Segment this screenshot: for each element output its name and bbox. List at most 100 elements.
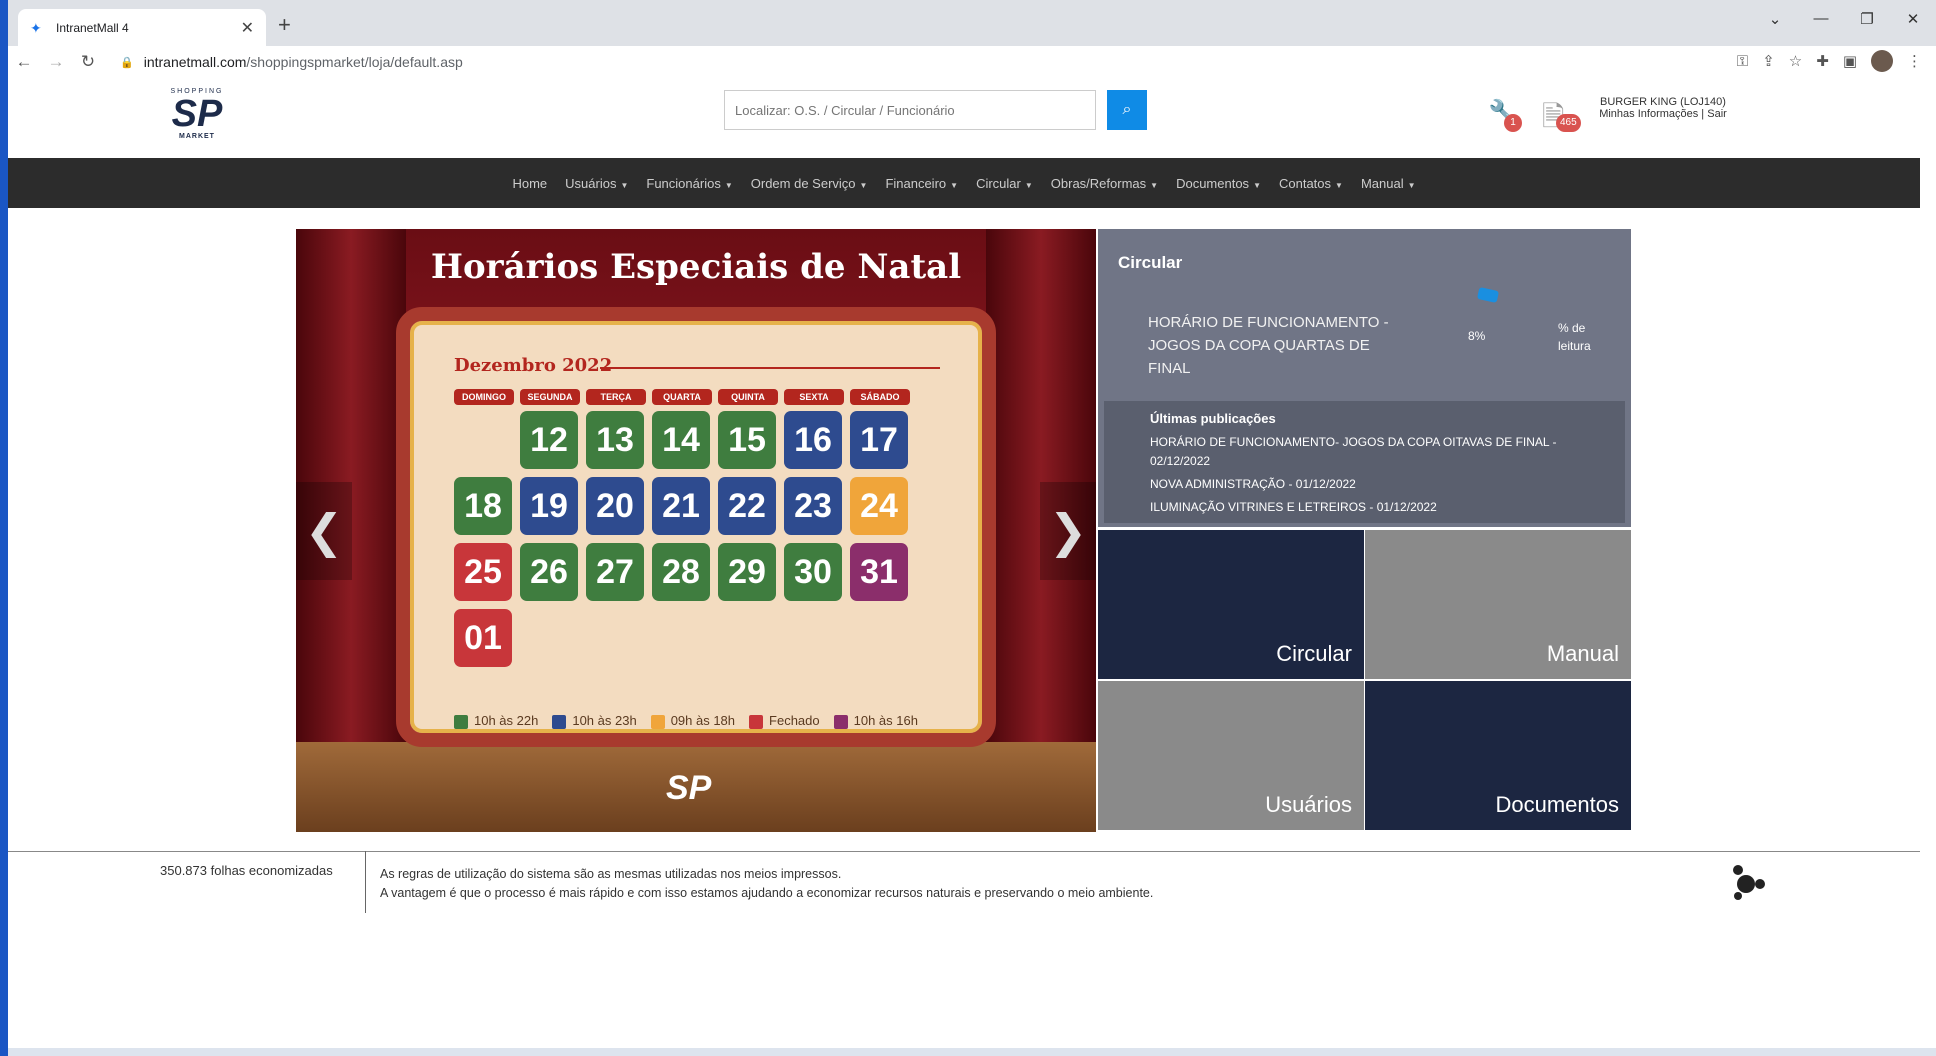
calendar-day: 25	[454, 543, 512, 601]
window-controls: ⌄ — ❐ ✕	[1752, 10, 1936, 28]
address-bar[interactable]: 🔒 intranetmall.com/shoppingspmarket/loja…	[120, 48, 1700, 76]
close-tab-icon[interactable]: ✕	[241, 18, 254, 38]
calendar-day: 01	[454, 609, 512, 667]
banner-carousel[interactable]: Horários Especiais de Natal Dezembro 202…	[296, 229, 1096, 832]
footer-divider	[8, 851, 1920, 852]
reload-icon[interactable]: ↻	[72, 52, 104, 72]
extensions-icon[interactable]: ✚	[1816, 52, 1829, 70]
calendar-day: 26	[520, 543, 578, 601]
menu-kebab-icon[interactable]: ⋮	[1907, 52, 1922, 70]
circular-panel: Circular HORÁRIO DE FUNCIONAMENTO - JOGO…	[1098, 229, 1631, 527]
weekday-label: QUARTA	[652, 389, 712, 405]
menu-documentos[interactable]: Documentos ▼	[1167, 176, 1270, 191]
calendar-day: 28	[652, 543, 710, 601]
menu-label: Obras/Reformas	[1050, 175, 1147, 191]
menu-financeiro[interactable]: Financeiro ▼	[876, 176, 967, 191]
footer-text: As regras de utilização do sistema são a…	[380, 865, 1153, 903]
url-domain: intranetmall.com	[143, 54, 247, 70]
my-info-link[interactable]: Minhas Informações	[1599, 108, 1698, 120]
browser-chrome: ✦ IntranetMall 4 ✕ + ⌄ — ❐ ✕ ← → ↻ 🔒 int…	[0, 0, 1936, 78]
menu-circular[interactable]: Circular ▼	[967, 176, 1042, 191]
page: SHOPPING SP MARKET ⌕ 🔧 1 🗎 465 BURGER KI…	[8, 78, 1920, 1048]
share-icon[interactable]: ⇪	[1762, 52, 1775, 70]
favicon-icon: ✦	[30, 19, 42, 36]
banner-title: Horários Especiais de Natal	[430, 247, 962, 287]
tile-circular[interactable]: Circular	[1098, 530, 1364, 679]
legend-swatch	[749, 714, 764, 729]
caret-down-icon: ▼	[1024, 180, 1033, 190]
menu-home[interactable]: Home	[503, 176, 556, 191]
sidepanel-icon[interactable]: ▣	[1843, 52, 1857, 70]
legend-item: 10h às 16h	[833, 713, 918, 729]
calendar-day: 24	[850, 477, 908, 535]
restore-button[interactable]: ❐	[1844, 10, 1890, 28]
weekday-label: QUINTA	[718, 389, 778, 405]
menu-funcionarios[interactable]: Funcionários ▼	[637, 176, 741, 191]
lock-icon[interactable]: 🔒	[120, 56, 134, 69]
legend-swatch	[650, 714, 665, 729]
carousel-prev-button[interactable]: ❮	[296, 482, 352, 580]
star-icon[interactable]: ☆	[1789, 52, 1802, 70]
main-menu: Home Usuários ▼ Funcionários ▼ Ordem de Se…	[8, 158, 1920, 208]
tile-documentos[interactable]: Documentos	[1365, 681, 1631, 830]
menu-usuarios[interactable]: Usuários ▼	[556, 176, 637, 191]
latest-item-link[interactable]: ILUMINAÇÃO VITRINES E LETREIROS - 01/12/…	[1150, 498, 1590, 517]
calendar-day: 29	[718, 543, 776, 601]
legend-item: 09h às 18h	[650, 713, 736, 729]
browser-tab[interactable]: ✦ IntranetMall 4 ✕	[18, 9, 266, 46]
tab-title: IntranetMall 4	[56, 20, 129, 35]
calendar-day: 14	[652, 411, 710, 469]
banner-logo: SP	[666, 769, 712, 807]
tile-usuarios[interactable]: Usuários	[1098, 681, 1364, 830]
carousel-next-button[interactable]: ❯	[1040, 482, 1096, 580]
calendar-month: Dezembro 2022	[454, 355, 613, 376]
search-icon: ⌕	[1122, 101, 1132, 118]
menu-ordem-servico[interactable]: Ordem de Serviço ▼	[742, 176, 877, 191]
circular-heading: Circular	[1118, 253, 1183, 272]
minimize-button[interactable]: —	[1798, 10, 1844, 28]
latest-publications: Últimas publicações HORÁRIO DE FUNCIONAM…	[1104, 401, 1625, 523]
menu-label: Circular	[976, 175, 1021, 191]
search-button[interactable]: ⌕	[1107, 90, 1147, 130]
tab-search-icon[interactable]: ⌄	[1752, 10, 1798, 28]
calendar-day: 31	[850, 543, 908, 601]
calendar-board: Dezembro 2022 DOMINGO SEGUNDA TERÇA QUAR…	[396, 307, 996, 747]
close-window-button[interactable]: ✕	[1890, 10, 1936, 28]
latest-item-link[interactable]: NOVA ADMINISTRAÇÃO - 01/12/2022	[1150, 475, 1590, 494]
tile-label: Documentos	[1495, 792, 1619, 817]
calendar-day: 21	[652, 477, 710, 535]
back-icon[interactable]: ←	[8, 52, 40, 72]
calendar-day: 13	[586, 411, 644, 469]
forward-icon[interactable]: →	[40, 52, 72, 72]
legend-item: Fechado	[749, 713, 820, 729]
menu-contatos[interactable]: Contatos ▼	[1270, 176, 1352, 191]
legend-label: 09h às 18h	[670, 713, 736, 728]
caret-down-icon: ▼	[859, 180, 868, 190]
menu-manual[interactable]: Manual ▼	[1352, 176, 1425, 191]
calendar-day: 16	[784, 411, 842, 469]
logout-link[interactable]: Sair	[1707, 108, 1727, 120]
caret-down-icon: ▼	[1150, 180, 1159, 190]
weekday-label: SEXTA	[784, 389, 844, 405]
circular-title-link[interactable]: HORÁRIO DE FUNCIONAMENTO - JOGOS DA COPA…	[1148, 311, 1398, 380]
menu-label: Contatos	[1278, 175, 1332, 191]
caret-down-icon: ▼	[1335, 180, 1343, 190]
key-icon[interactable]: ⚿	[1737, 53, 1748, 70]
reading-percent: 8%	[1468, 329, 1486, 343]
site-logo[interactable]: SHOPPING SP MARKET	[161, 88, 233, 148]
user-box: BURGER KING (LOJ140) Minhas Informações …	[1588, 96, 1738, 120]
legend-item: 10h às 23h	[552, 713, 637, 729]
url-path: /shoppingspmarket/loja/default.asp	[246, 54, 463, 70]
menu-obras-reformas[interactable]: Obras/Reformas ▼	[1042, 176, 1167, 191]
weekday-label: SEGUNDA	[520, 389, 580, 405]
caret-down-icon: ▼	[1407, 180, 1416, 190]
new-tab-button[interactable]: +	[278, 12, 291, 38]
latest-item-link[interactable]: HORÁRIO DE FUNCIONAMENTO- JOGOS DA COPA …	[1150, 433, 1590, 471]
tile-manual[interactable]: Manual	[1365, 530, 1631, 679]
legend-swatch	[552, 714, 567, 729]
reading-progress-icon	[1476, 287, 1500, 303]
profile-avatar[interactable]	[1871, 50, 1893, 72]
site-header: SHOPPING SP MARKET ⌕ 🔧 1 🗎 465 BURGER KI…	[8, 78, 1920, 158]
menu-label: Documentos	[1176, 175, 1250, 191]
search-input[interactable]	[725, 91, 1095, 129]
